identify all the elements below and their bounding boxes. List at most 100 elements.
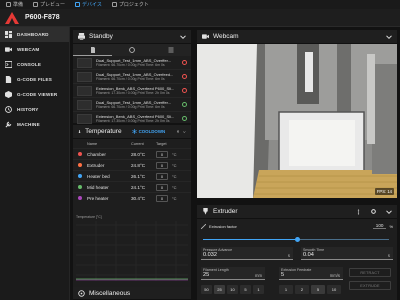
extrusion-factor-value[interactable]: 100 [372,223,387,229]
table-row: Pre heater 30.4°C 0 °C [73,192,191,203]
history-icon [4,106,12,113]
tab-files[interactable] [73,44,113,56]
webcam-header: Webcam [197,30,397,44]
viewer-icon [4,91,12,98]
tab-prepare[interactable]: 準備 [6,1,23,8]
feed-chip-1[interactable]: 1 [279,285,293,294]
tab-preview-icon [33,2,39,7]
cooldown-button[interactable]: COOLDOWN [131,129,165,134]
filament-length-field[interactable]: Filament Length 25 mm [201,267,265,280]
length-chip-50[interactable]: 50 [201,285,212,294]
heater-color-icon [73,152,87,156]
jobs-icon [129,47,135,53]
retract-button[interactable]: RETRACT [349,268,391,277]
webcam-icon [4,46,12,53]
list-item[interactable]: Dual_Support_Test_1mm_ABS_Overffer... Fil… [73,98,191,112]
status-error-icon [182,74,187,79]
extrusion-factor-slider[interactable] [203,237,389,242]
slider-thumb[interactable] [295,237,300,242]
standby-header: Standby [73,30,191,44]
misc-panel: Miscellaneous [73,287,191,300]
tab-preview[interactable]: プレビュー [33,1,65,8]
file-thumbnail [77,113,92,124]
status-error-icon [182,88,187,93]
extrusion-feedrate-field[interactable]: Extrusion Feedrate 5 mm/s [279,267,343,280]
target-input[interactable]: 0 [156,172,168,180]
sidebar-item-gcode-viewer[interactable]: G-CODE VIEWER [0,87,69,102]
dashboard-icon [4,31,12,38]
target-input[interactable]: 0 [156,194,168,202]
file-icon [90,46,95,53]
factor-icon [201,223,206,229]
sidebar-item-machine[interactable]: MACHINE [0,117,69,132]
list-item[interactable]: Dual_Support_Test_1mm_ABS_Overffer... Fil… [73,56,191,70]
file-meta: Filament: 66.70cm / 0.00g Print Time: 6m… [96,63,165,67]
history-tab-icon [168,47,174,53]
tab-project-icon [111,2,117,7]
list-item[interactable]: Extension_Benk_ABS_Overfeed P600_Sli... F… [73,84,191,98]
misc-title: Miscellaneous [89,289,131,297]
sidebar-item-dashboard[interactable]: DASHBOARD [0,27,69,42]
heater-color-icon [73,174,87,178]
webcam-stream: FPS: 14 [197,44,397,198]
list-item[interactable]: Extension_Benk_ABS_Overfeed P600_Sli... F… [73,112,191,126]
smooth-time-field[interactable]: Smooth Time 0.04 s [301,247,393,260]
chart-axis-label: Temperature [°C] [76,215,102,219]
file-thumbnail [77,57,92,68]
heater-color-icon [73,196,87,200]
app-bar: P600-F878 [0,9,400,27]
feed-chip-2[interactable]: 2 [295,285,309,294]
feed-chip-5[interactable]: 5 [311,285,325,294]
file-meta: Filament: 17.30cm / 0.00g Print Time: 2h… [96,91,170,95]
list-item[interactable]: Dual_Support_Test_1mm_ABS_Overfeed... Fil… [73,70,191,84]
chevron-down-icon[interactable] [180,34,186,40]
extrusion-factor-row: Extrusion factor 100 % [201,222,393,230]
tab-jobs[interactable] [112,44,151,56]
more-vertical-icon[interactable] [356,209,361,215]
chevron-down-icon[interactable] [183,129,186,135]
settings-gear-icon[interactable] [371,209,376,214]
sidebar-item-console[interactable]: CONSOLE [0,57,69,72]
table-row: Extruder 24.8°C 0 °C [73,159,191,170]
tab-device[interactable]: デバイス [75,1,102,8]
length-chip-25[interactable]: 25 [214,285,225,294]
temperature-panel: Temperature COOLDOWN Name Current Target… [73,125,191,300]
brand-logo-icon[interactable] [5,11,19,24]
status-ok-icon [182,116,187,121]
status-error-icon [182,60,187,65]
status-ok-icon [182,102,187,107]
length-chip-1[interactable]: 1 [253,285,264,294]
standby-panel: Standby Dual_Support_Test_1mm_ABS_Overff… [73,30,191,126]
chevron-down-icon[interactable] [386,209,392,215]
extruder-header: Extruder [197,205,397,219]
extrude-button[interactable]: EXTRUDE [349,281,391,290]
extruder-icon [203,208,208,215]
feed-chip-10[interactable]: 10 [327,285,341,294]
file-thumbnail [77,71,92,82]
tab-project[interactable]: プロジェクト [111,1,149,8]
pressure-advance-field[interactable]: Pressure Advance 0.032 s [201,247,293,260]
fps-badge: FPS: 14 [374,188,394,195]
length-chip-10[interactable]: 10 [227,285,238,294]
file-list: Dual_Support_Test_1mm_ABS_Overffer... Fil… [73,56,191,126]
target-input[interactable]: 0 [156,183,168,191]
printer-name: P600-F878 [25,14,60,21]
temperature-title: Temperature [85,128,122,135]
extruder-panel: Extruder Extrusion factor 100 % Pressure… [197,205,397,300]
webcam-title: Webcam [213,33,239,40]
length-chip-5[interactable]: 5 [240,285,251,294]
sidebar-item-webcam[interactable]: WEBCAM [0,42,69,57]
sidebar-item-gcode-files[interactable]: G-CODE FILES [0,72,69,87]
target-input[interactable]: 0 [156,150,168,158]
printer-chamber-image [197,44,397,198]
snowflake-icon [131,129,137,134]
settings-gear-icon[interactable] [177,129,180,134]
table-row: Chamber 28.0°C 0 °C [73,148,191,159]
chevron-down-icon[interactable] [386,34,392,40]
console-icon [4,61,12,68]
file-thumbnail [77,99,92,110]
tab-history[interactable] [152,44,191,56]
sidebar-item-history[interactable]: HISTORY [0,102,69,117]
misc-header: Miscellaneous [73,287,191,300]
target-input[interactable]: 0 [156,161,168,169]
